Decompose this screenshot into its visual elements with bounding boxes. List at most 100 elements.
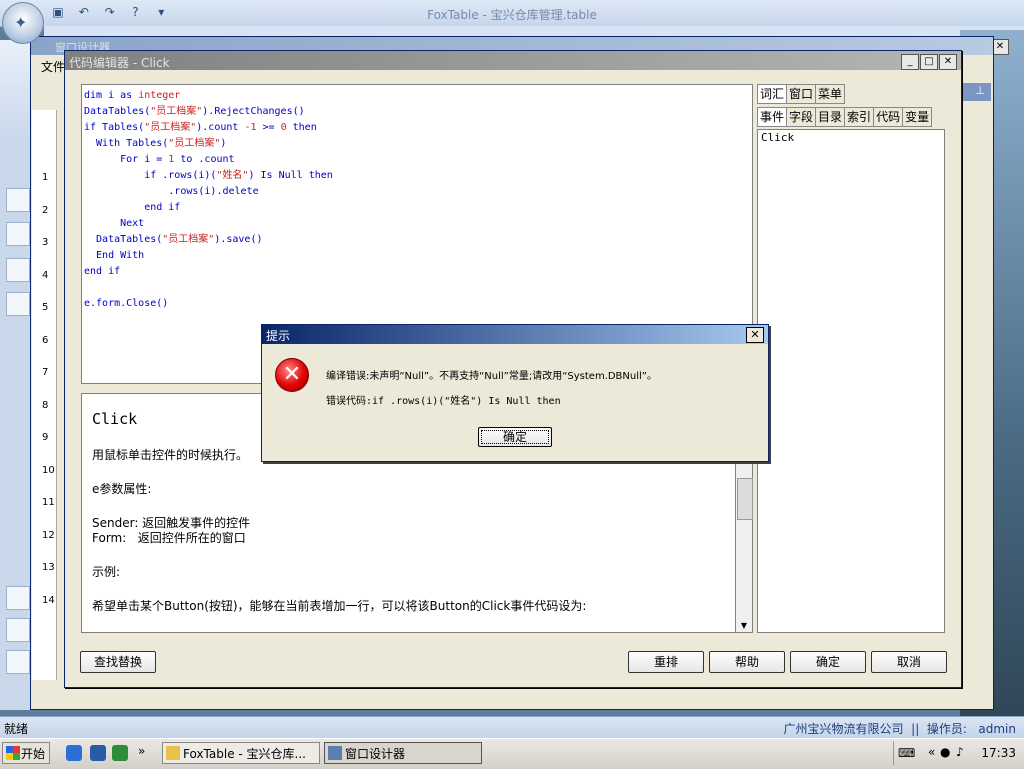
code-line[interactable]: if .rows(i)("姓名") Is Null then xyxy=(84,168,333,184)
help-button[interactable]: 帮助 xyxy=(709,651,785,673)
code-token: "员工档案" xyxy=(150,106,203,117)
tab-variables[interactable]: 变量 xyxy=(902,107,933,127)
code-token: if Tables( xyxy=(84,122,145,133)
ruler-number: 7 xyxy=(42,367,49,378)
tab-window[interactable]: 窗口 xyxy=(786,84,817,104)
code-line[interactable]: With Tables("员工档案") xyxy=(84,136,226,152)
dialog-ok-button[interactable]: 确定 xyxy=(478,427,552,447)
tab-events[interactable]: 事件 xyxy=(757,107,788,127)
ruler-number: 13 xyxy=(42,562,55,573)
scroll-down-icon[interactable]: ▼ xyxy=(738,621,750,630)
qq-icon[interactable]: ● xyxy=(940,745,950,759)
ruler-number: 4 xyxy=(42,269,49,281)
code-token: ).RejectChanges() xyxy=(202,106,305,117)
foxtable-icon xyxy=(166,746,180,760)
code-token: end if xyxy=(84,202,181,213)
code-line[interactable]: DataTables("员工档案").save() xyxy=(84,232,262,248)
editor-title: 代码编辑器 - Click xyxy=(69,56,170,70)
tab-code[interactable]: 代码 xyxy=(873,107,904,127)
dialog-title: 提示 xyxy=(266,329,291,343)
minimize-icon[interactable]: _ xyxy=(901,54,919,70)
task-label: FoxTable - 宝兴仓库... xyxy=(183,747,306,761)
code-line[interactable]: if Tables("员工档案").count -1 >= 0 then xyxy=(84,120,317,136)
ie-icon[interactable] xyxy=(66,745,82,761)
pin-icon[interactable]: ⊥ xyxy=(975,84,985,97)
menu-file[interactable]: 文件 xyxy=(41,58,65,75)
find-replace-button[interactable]: 查找替换 xyxy=(80,651,156,673)
maximize-icon[interactable]: □ xyxy=(920,54,938,70)
folder-icon[interactable] xyxy=(6,650,30,674)
code-token: -1 xyxy=(244,122,257,133)
operator-name: admin xyxy=(978,722,1016,736)
tab-index[interactable]: 索引 xyxy=(844,107,875,127)
ruler-number: 6 xyxy=(42,334,49,346)
tray-expand-icon[interactable]: « xyxy=(928,745,935,759)
close-icon[interactable]: ✕ xyxy=(939,54,957,70)
tab-catalog[interactable]: 目录 xyxy=(815,107,846,127)
code-line[interactable]: Next xyxy=(84,216,144,232)
code-token: With Tables( xyxy=(84,138,169,149)
code-token: if .rows(i)( xyxy=(84,170,217,181)
code-token: .rows(i).delete xyxy=(84,186,259,197)
quick-access-toolbar: ▣ ↶ ↷ ? ▾ xyxy=(50,4,175,22)
close-icon[interactable]: ✕ xyxy=(746,327,764,343)
code-line[interactable]: DataTables("员工档案").RejectChanges() xyxy=(84,104,305,120)
rearrange-button[interactable]: 重排 xyxy=(628,651,704,673)
save-icon[interactable]: ▣ xyxy=(50,4,66,20)
code-line[interactable]: dim i as integer xyxy=(84,88,180,104)
code-line[interactable]: For i = 1 to .count xyxy=(84,152,235,168)
code-token: e.form.Close() xyxy=(84,298,169,309)
office-button[interactable]: ✦ xyxy=(2,2,44,44)
tab-menu[interactable]: 菜单 xyxy=(815,84,846,104)
code-token: ) xyxy=(220,138,227,149)
help-line: 示例: xyxy=(92,565,121,579)
code-line[interactable]: End With xyxy=(84,248,144,264)
code-line[interactable]: e.form.Close() xyxy=(84,296,168,312)
status-text: 就绪 xyxy=(4,722,29,736)
cancel-button[interactable]: 取消 xyxy=(871,651,947,673)
undo-icon[interactable]: ↶ xyxy=(76,4,92,20)
help-line: Form: 返回控件所在的窗口 xyxy=(92,531,246,545)
code-token: end if xyxy=(84,266,121,277)
tab-fields[interactable]: 字段 xyxy=(786,107,817,127)
code-token: dim i as xyxy=(84,90,139,101)
code-line[interactable]: end if xyxy=(84,264,120,280)
start-button[interactable]: 开始 xyxy=(2,742,50,764)
code-token: to .count xyxy=(174,154,235,165)
volume-icon[interactable]: ♪ xyxy=(956,745,964,759)
code-line[interactable]: end if xyxy=(84,200,180,216)
nav-item-icon[interactable] xyxy=(6,258,30,282)
nav-item-icon[interactable] xyxy=(6,188,30,212)
code-line[interactable]: .rows(i).delete xyxy=(84,184,259,200)
help-icon[interactable]: ? xyxy=(127,4,143,20)
error-dialog: 提示 ✕ ✕ 编译错误:未声明“Null”。不再支持“Null”常量;请改用“S… xyxy=(261,324,769,462)
scroll-thumb[interactable] xyxy=(737,478,753,520)
help-line: e参数属性: xyxy=(92,482,152,496)
chevron-icon[interactable]: » xyxy=(138,744,145,758)
calendar-icon[interactable] xyxy=(6,618,30,642)
task-icon[interactable] xyxy=(6,586,30,610)
ruler-number: 11 xyxy=(42,497,55,508)
nav-item-icon[interactable] xyxy=(6,292,30,316)
code-token: DataTables( xyxy=(84,106,151,117)
redo-icon[interactable]: ↷ xyxy=(102,4,118,20)
company-name: 广州宝兴物流有限公司 xyxy=(783,722,904,736)
keyboard-icon[interactable]: ⌨ xyxy=(898,746,915,760)
nav-item-icon[interactable] xyxy=(6,222,30,246)
operator-label: 操作员: xyxy=(926,722,967,736)
word-icon[interactable] xyxy=(90,745,106,761)
help-line: 用鼠标单击控件的时候执行。 xyxy=(92,448,249,462)
qat-dropdown-icon[interactable]: ▾ xyxy=(153,4,169,20)
taskbar-item-designer[interactable]: 窗口设计器 xyxy=(324,742,482,764)
ok-button[interactable]: 确定 xyxy=(790,651,866,673)
tab-vocabulary[interactable]: 词汇 xyxy=(757,84,788,104)
list-item[interactable]: Click xyxy=(761,131,794,144)
ruler-number: 8 xyxy=(42,399,49,411)
excel-icon[interactable] xyxy=(112,745,128,761)
dialog-message: 编译错误:未声明“Null”。不再支持“Null”常量;请改用“System.D… xyxy=(326,371,657,382)
taskbar-item-foxtable[interactable]: FoxTable - 宝兴仓库... xyxy=(162,742,320,764)
event-list[interactable]: Click xyxy=(757,129,945,633)
ruler-number: 12 xyxy=(42,529,55,541)
windows-logo-icon xyxy=(6,746,20,760)
code-token: then xyxy=(286,122,317,133)
